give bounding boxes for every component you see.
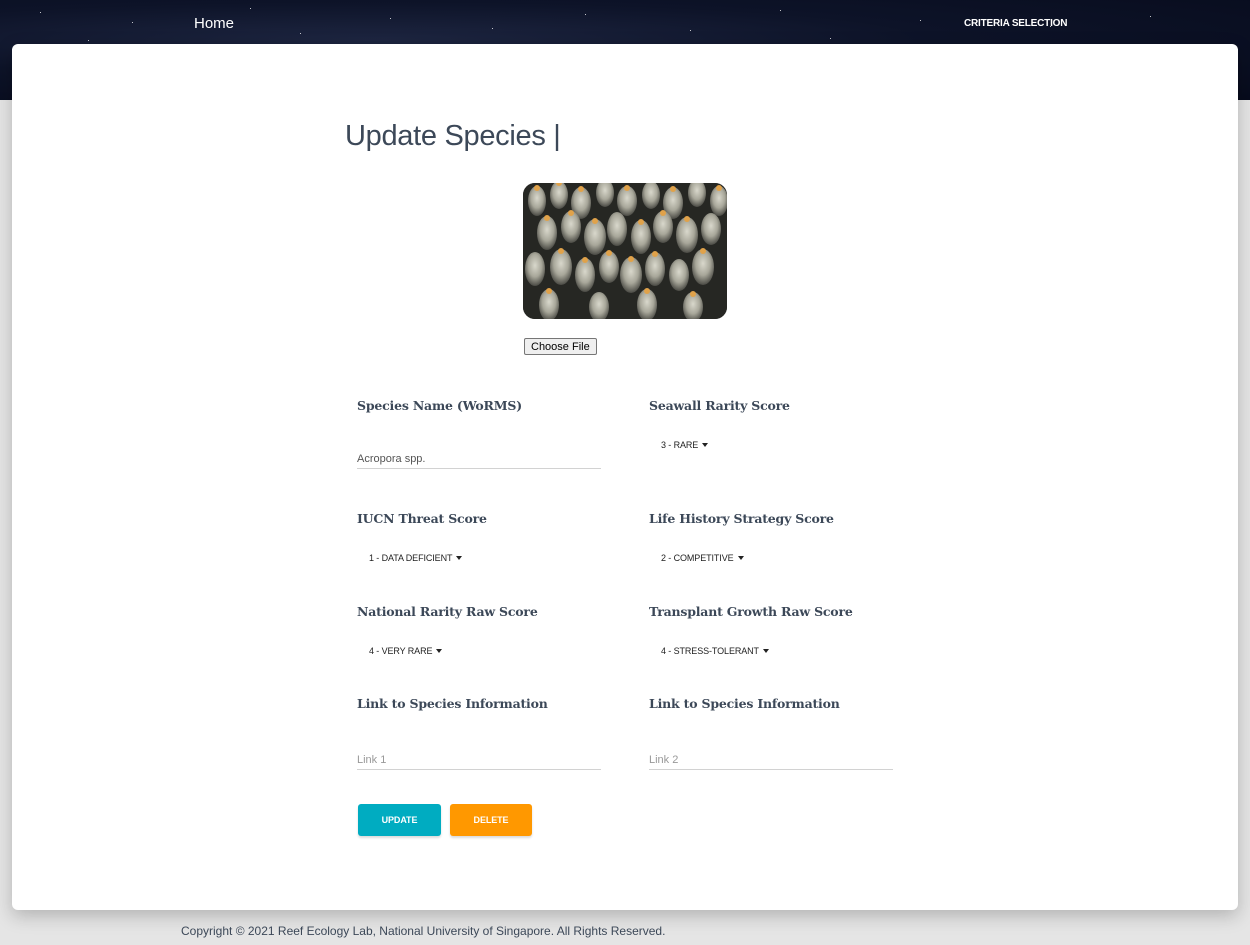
update-button[interactable]: UPDATE xyxy=(358,804,441,836)
seawall-rarity-dropdown[interactable]: 3 - RARE xyxy=(661,440,709,450)
national-rarity-dropdown[interactable]: 4 - VERY RARE xyxy=(369,646,443,656)
life-history-dropdown[interactable]: 2 - COMPETITIVE xyxy=(661,553,744,563)
species-name-label: Species Name (WoRMS) xyxy=(357,398,522,413)
iucn-threat-selected: 1 - DATA DEFICIENT xyxy=(369,553,453,563)
iucn-threat-dropdown[interactable]: 1 - DATA DEFICIENT xyxy=(369,553,463,563)
link2-label: Link to Species Information xyxy=(649,696,840,711)
seawall-rarity-selected: 3 - RARE xyxy=(661,440,699,450)
species-photo xyxy=(523,183,727,319)
transplant-growth-label: Transplant Growth Raw Score xyxy=(649,604,853,619)
species-name-input[interactable] xyxy=(357,449,601,469)
link1-input[interactable] xyxy=(357,750,601,770)
page-title: Update Species | xyxy=(345,120,561,152)
national-rarity-label: National Rarity Raw Score xyxy=(357,604,538,619)
coral-image xyxy=(523,183,727,319)
caret-down-icon xyxy=(702,443,709,447)
caret-down-icon xyxy=(737,556,744,560)
choose-file-button[interactable]: Choose File xyxy=(524,338,597,355)
nav-criteria-selection-link[interactable]: CRITERIA SELECTION xyxy=(964,18,1067,29)
transplant-growth-dropdown[interactable]: 4 - STRESS-TOLERANT xyxy=(661,646,769,656)
national-rarity-selected: 4 - VERY RARE xyxy=(369,646,433,656)
delete-button[interactable]: DELETE xyxy=(450,804,532,836)
link2-input[interactable] xyxy=(649,750,893,770)
footer-copyright: Copyright © 2021 Reef Ecology Lab, Natio… xyxy=(181,924,666,938)
caret-down-icon xyxy=(436,649,443,653)
transplant-growth-selected: 4 - STRESS-TOLERANT xyxy=(661,646,759,656)
main-card: Update Species | Choose File Species Nam… xyxy=(12,44,1238,910)
caret-down-icon xyxy=(762,649,769,653)
nav-home-link[interactable]: Home xyxy=(194,15,234,32)
link1-label: Link to Species Information xyxy=(357,696,548,711)
caret-down-icon xyxy=(456,556,463,560)
life-history-selected: 2 - COMPETITIVE xyxy=(661,553,734,563)
life-history-label: Life History Strategy Score xyxy=(649,511,834,526)
seawall-rarity-label: Seawall Rarity Score xyxy=(649,398,790,413)
iucn-threat-label: IUCN Threat Score xyxy=(357,511,487,526)
